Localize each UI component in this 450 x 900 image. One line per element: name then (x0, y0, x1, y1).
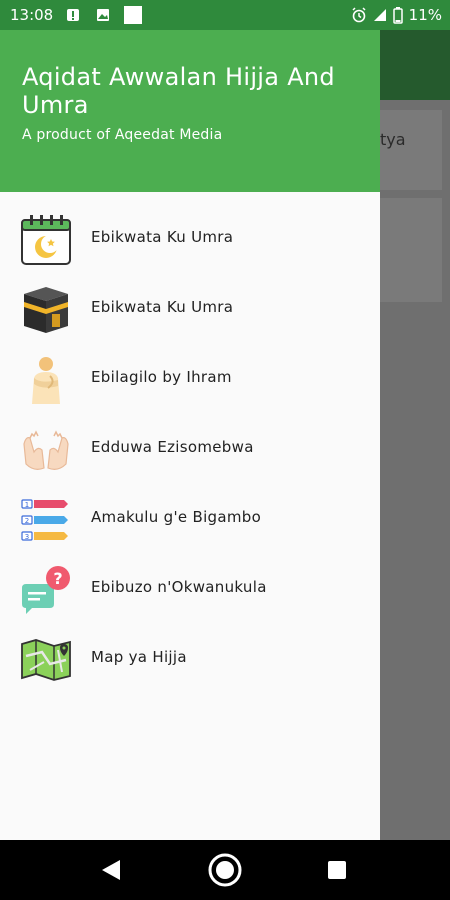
app-card (380, 198, 442, 302)
menu-item-label: Map ya Hijja (91, 648, 187, 666)
battery-icon (392, 6, 403, 24)
notification-icon (67, 9, 79, 21)
menu-item-ebikwata-ku-umra-kaaba[interactable]: Ebikwata Ku Umra (0, 274, 380, 344)
app-card (380, 110, 442, 190)
svg-text:1: 1 (25, 501, 29, 509)
menu-item-amakulu-ge-bigambo[interactable]: 1 2 3 Amakulu g'e Bigambo (0, 484, 380, 554)
menu-item-label: Edduwa Ezisomebwa (91, 438, 254, 456)
menu-item-label: Ebibuzo n'Okwanukula (91, 578, 267, 596)
menu-item-ebikwata-ku-umra[interactable]: Ebikwata Ku Umra (0, 204, 380, 274)
menu-item-label: Ebikwata Ku Umra (91, 228, 234, 246)
square-icon (124, 6, 142, 24)
status-bar: 13:08 11% (0, 0, 450, 30)
ihram-icon (32, 357, 60, 404)
kaaba-icon (24, 287, 68, 333)
map-icon (21, 639, 71, 681)
navigation-drawer: Aqidat Awwalan Hijja And Umra A product … (0, 30, 380, 840)
image-icon (97, 9, 109, 21)
back-icon[interactable] (100, 858, 122, 882)
menu-item-label: Ebikwata Ku Umra (91, 298, 234, 316)
status-time: 13:08 (10, 6, 54, 24)
battery-level: 11% (408, 6, 442, 24)
calendar-moon-icon (21, 215, 71, 265)
menu-item-label: Ebilagilo by Ihram (91, 368, 232, 386)
drawer-header: Aqidat Awwalan Hijja And Umra A product … (0, 30, 380, 192)
status-right: 11% (351, 6, 442, 24)
svg-text:3: 3 (25, 533, 29, 541)
question-chat-icon: ? (22, 566, 70, 614)
navigation-bar (0, 840, 450, 900)
home-icon[interactable] (207, 852, 243, 888)
menu-item-label: Amakulu g'e Bigambo (91, 508, 262, 526)
menu-item-ebilagilo-by-ihram[interactable]: Ebilagilo by Ihram (0, 344, 380, 414)
signal-icon (373, 9, 386, 21)
svg-text:?: ? (53, 569, 62, 588)
alarm-icon (352, 7, 366, 23)
numbered-list-icon: 1 2 3 (21, 499, 68, 541)
menu-item-map-ya-hijja[interactable]: Map ya Hijja (0, 624, 380, 694)
praying-hands-icon (23, 430, 69, 470)
menu-item-ebibuzo-nokwanukula[interactable]: ? Ebibuzo n'Okwanukula (0, 554, 380, 624)
svg-text:2: 2 (25, 517, 29, 525)
background-partial-text: tya (380, 130, 406, 149)
recents-icon[interactable] (328, 861, 346, 879)
drawer-subtitle: A product of Aqeedat Media (22, 127, 223, 143)
drawer-title: Aqidat Awwalan Hijja And Umra (22, 63, 335, 119)
menu-item-edduwa-ezisomebwa[interactable]: Edduwa Ezisomebwa (0, 414, 380, 484)
